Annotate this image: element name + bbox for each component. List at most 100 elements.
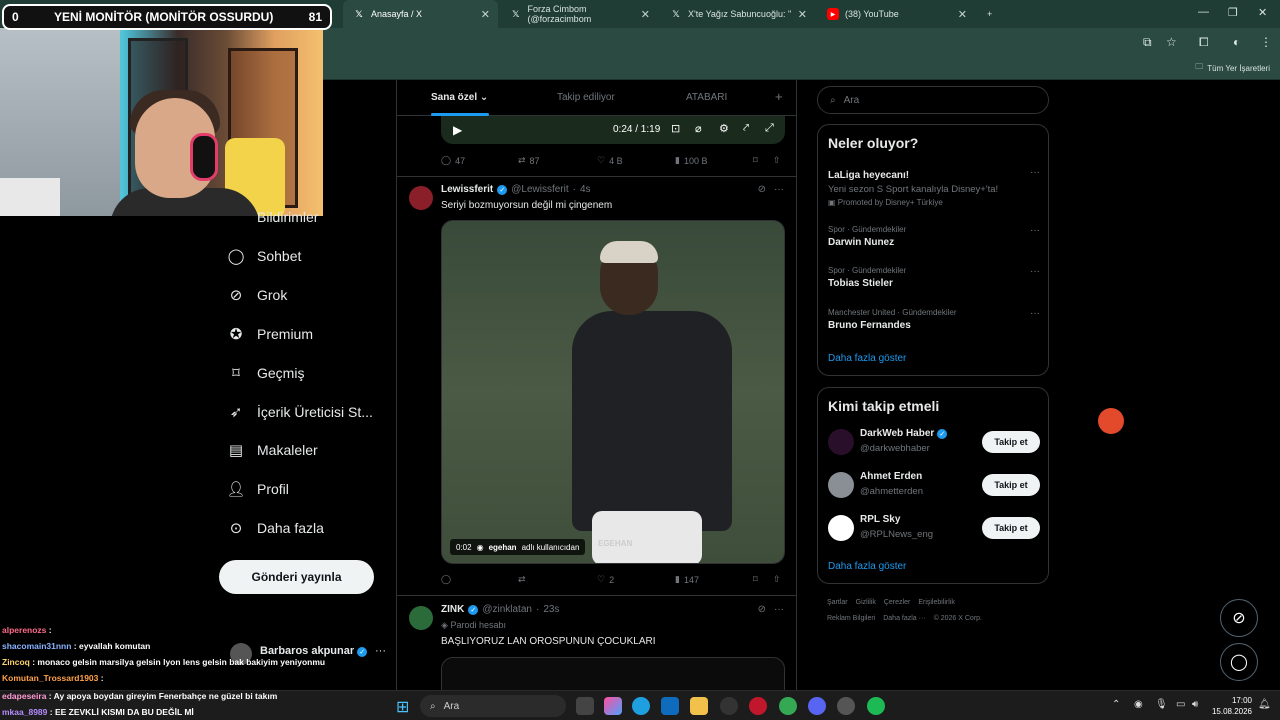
trend-item[interactable]: Manchester United · Gündemdekiler Bruno … <box>828 308 1040 331</box>
file-explorer-icon[interactable] <box>690 697 708 715</box>
captions-icon[interactable]: ⊡ <box>671 122 680 135</box>
grok-icon[interactable]: ⊘ <box>758 604 766 615</box>
task-view-icon[interactable] <box>576 697 594 715</box>
tray-app-icon[interactable]: ◉ <box>1134 699 1143 710</box>
window-close-icon[interactable]: ✕ <box>1258 6 1267 19</box>
tab-yagiz[interactable]: 𝕏 X'te Yağız Sabuncuoğlu: " ✕ <box>660 0 815 28</box>
bookmark-button[interactable]: ⌑ <box>753 155 758 166</box>
edge-icon[interactable] <box>632 697 650 715</box>
trend-item[interactable]: Spor · Gündemdekiler Tobias Stieler ··· <box>828 266 1040 289</box>
avatar[interactable] <box>409 606 433 630</box>
xbox-icon[interactable] <box>720 697 738 715</box>
trend-item[interactable]: Spor · Gündemdekiler Darwin Nunez ··· <box>828 225 1040 248</box>
app-icon[interactable] <box>837 697 855 715</box>
notifications-icon[interactable]: 🔔︎ <box>1258 699 1271 710</box>
bookmarks-folder[interactable]: 🗀 Tüm Yer İşaretleri <box>1195 61 1270 75</box>
settings-icon[interactable]: ⚙ <box>719 122 729 135</box>
more-dots-icon[interactable]: ··· <box>1030 266 1040 277</box>
follow-show-more[interactable]: Daha fazla göster <box>828 561 906 572</box>
more-dots-icon[interactable]: ··· <box>1030 225 1040 236</box>
like-button[interactable]: ♡ 4 B <box>597 155 623 166</box>
search-input[interactable]: ⌕ Ara <box>817 86 1049 114</box>
grok-icon[interactable]: ⊘ <box>758 184 766 195</box>
tab-home-x[interactable]: 𝕏 Anasayfa / X ✕ <box>343 0 498 28</box>
follow-button[interactable]: Takip et <box>982 431 1040 453</box>
opera-icon[interactable] <box>749 697 767 715</box>
nav-item-profile[interactable]: 👤︎ Profil <box>226 480 288 498</box>
nav-item-grok[interactable]: ⊘ Grok <box>227 286 288 304</box>
repost-button[interactable]: ⇄ 87 <box>518 155 540 166</box>
add-tab-icon[interactable]: + <box>775 89 783 104</box>
close-icon[interactable]: ✕ <box>958 8 967 21</box>
share-button[interactable]: ⇧ <box>773 155 781 166</box>
minimize-icon[interactable]: — <box>1198 6 1209 18</box>
chat-message: Komutan_Trossard1903 : <box>2 673 104 683</box>
network-icon[interactable]: ▭ <box>1176 699 1185 710</box>
fullscreen-icon[interactable]: ⤢ <box>765 122 774 135</box>
star-icon[interactable]: ☆ <box>1166 35 1177 49</box>
close-icon[interactable]: ✕ <box>481 8 490 21</box>
chrome-icon[interactable] <box>779 697 797 715</box>
nav-item-chat[interactable]: ◯ Sohbet <box>227 247 302 265</box>
like-button[interactable]: ♡ 2 <box>597 574 614 585</box>
popout-icon[interactable]: ⤤ <box>743 122 749 135</box>
tab-following[interactable]: Takip ediliyor <box>557 92 615 103</box>
menu-kebab-icon[interactable]: ⋮ <box>1260 35 1272 49</box>
tray-chevron-icon[interactable]: ⌃ <box>1112 699 1120 710</box>
menu-dots-icon[interactable]: ··· <box>375 645 386 657</box>
taskbar-clock[interactable]: 17:00 15.08.2026 <box>1212 695 1252 717</box>
nav-item-articles[interactable]: ▤ Makaleler <box>227 441 318 459</box>
more-dots-icon[interactable]: ··· <box>774 604 784 615</box>
tab-youtube[interactable]: ▶ (38) YouTube ✕ <box>817 0 975 28</box>
cast-icon[interactable]: ⧉ <box>1143 35 1152 50</box>
reply-button[interactable]: ◯ <box>441 574 451 585</box>
microphone-icon[interactable]: 🎙︎ <box>1155 699 1168 710</box>
footer-links: Şartlar Gizlilik Çerezler Erişilebilirli… <box>827 599 955 606</box>
post-button[interactable]: Gönderi yayınla <box>219 560 374 594</box>
extensions-icon[interactable]: ⧠ <box>1199 35 1209 50</box>
spotify-icon[interactable] <box>867 697 885 715</box>
more-dots-icon[interactable]: ··· <box>1030 167 1040 178</box>
trend-item[interactable]: LaLiga heyecanı! Yeni sezon S Sport kana… <box>828 167 1040 207</box>
follow-button[interactable]: Takip et <box>982 517 1040 539</box>
tab-for-you[interactable]: Sana özel ⌄ <box>431 92 488 103</box>
post-video[interactable]: EGEHAN 0:02 ◉ egehan adlı kullanıcıdan <box>441 220 785 564</box>
mute-icon[interactable]: ⌀ <box>695 122 702 135</box>
copilot-icon[interactable] <box>604 697 622 715</box>
grok-fab[interactable]: ⊘ <box>1220 599 1258 637</box>
close-icon[interactable]: ✕ <box>641 8 650 21</box>
taskbar-search[interactable]: ⌕ Ara <box>420 695 566 717</box>
trends-show-more[interactable]: Daha fazla göster <box>828 353 906 364</box>
share-button[interactable]: ⇧ <box>773 574 781 585</box>
nav-item-more[interactable]: ⊙ Daha fazla <box>227 519 324 537</box>
new-tab-button[interactable]: + <box>977 0 1001 28</box>
repost-button[interactable]: ⇄ <box>518 574 526 585</box>
play-icon[interactable]: ▶ <box>453 123 462 137</box>
discord-icon[interactable] <box>808 697 826 715</box>
more-dots-icon[interactable]: ··· <box>1030 308 1040 319</box>
outlook-icon[interactable] <box>661 697 679 715</box>
volume-icon[interactable]: 🔊︎ <box>1192 699 1198 710</box>
profile-avatar-icon[interactable]: ◐ <box>1233 35 1240 49</box>
reply-button[interactable]: ◯ 47 <box>441 155 465 166</box>
nav-notifications[interactable]: Bildirimler <box>227 208 318 226</box>
verified-icon: ✓ <box>468 604 479 615</box>
follow-button[interactable]: Takip et <box>982 474 1040 496</box>
messages-fab[interactable]: ◯ <box>1220 643 1258 681</box>
nav-item-creator-studio[interactable]: ➶ İçerik Üreticisi St... <box>227 403 373 421</box>
maximize-icon[interactable]: ❐ <box>1228 6 1238 19</box>
views-button[interactable]: ▮ 100 B <box>675 155 707 166</box>
more-dots-icon[interactable]: ··· <box>774 184 784 195</box>
avatar[interactable] <box>409 186 433 210</box>
views-button[interactable]: ▮ 147 <box>675 574 699 585</box>
follow-suggestion[interactable]: Ahmet Erden @ahmetterden Takip et <box>828 470 1040 500</box>
tab-forza-cimbom[interactable]: 𝕏 Forza Cimbom (@forzacimbom ✕ <box>500 0 658 28</box>
close-icon[interactable]: ✕ <box>798 8 807 21</box>
bookmark-button[interactable]: ⌑ <box>753 574 758 585</box>
nav-item-premium[interactable]: ✪ Premium <box>227 325 313 343</box>
follow-suggestion[interactable]: DarkWeb Haber ✓ @darkwebhaber Takip et <box>828 427 1040 457</box>
nav-item-bookmarks[interactable]: ⌑ Geçmiş <box>227 364 304 382</box>
follow-suggestion[interactable]: RPL Sky @RPLNews_eng Takip et <box>828 513 1040 543</box>
tab-atabari[interactable]: ATABARI <box>686 92 727 103</box>
windows-start-icon[interactable]: ⊞ <box>396 697 409 717</box>
